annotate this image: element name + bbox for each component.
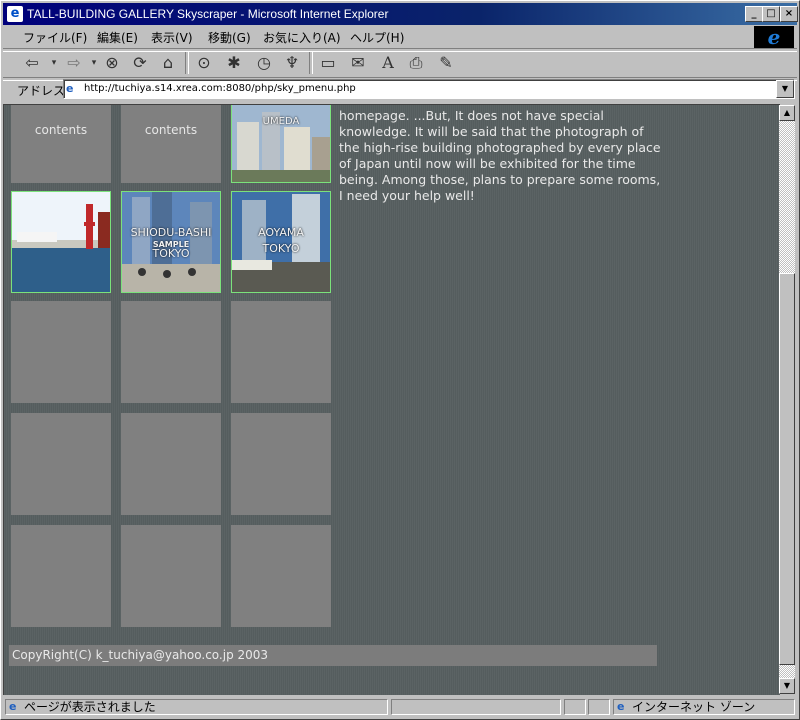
tile-photo-label: AOYAMA — [258, 226, 304, 239]
gallery-tile-empty[interactable] — [121, 525, 221, 627]
back-dropdown-icon[interactable]: ▾ — [43, 53, 65, 73]
zone-label: インターネット ゾーン — [632, 700, 756, 714]
zone-panel: e インターネット ゾーン — [613, 699, 795, 715]
page-viewport: contents contents UMEDA SHIODU-BASHI SAM… — [3, 104, 780, 695]
status-panel — [391, 699, 561, 715]
favorites-icon[interactable]: ✱ — [223, 53, 245, 73]
menu-view[interactable]: 表示(V) — [151, 29, 193, 46]
channels-icon[interactable]: ♆ — [281, 53, 303, 73]
forward-icon[interactable]: ⇨ — [63, 53, 85, 73]
gallery-tile-empty[interactable] — [11, 413, 111, 515]
intro-text: homepage. ...But, It does not have speci… — [339, 108, 661, 203]
kobe-port-photo — [12, 192, 110, 292]
status-panel — [588, 699, 610, 715]
gallery-tile-empty[interactable] — [231, 413, 331, 515]
close-button[interactable]: × — [780, 6, 798, 22]
scroll-up-icon[interactable]: ▲ — [779, 105, 795, 121]
address-input[interactable]: e http://tuchiya.s14.xrea.com:8080/php/s… — [63, 79, 795, 99]
refresh-icon[interactable]: ⟳ — [129, 53, 151, 73]
scroll-thumb[interactable] — [779, 273, 795, 665]
title-bar[interactable]: e TALL-BUILDING GALLERY Skyscraper - Mic… — [3, 3, 798, 25]
menu-bar: ファイル(F) 編集(E) 表示(V) 移動(G) お気に入り(A) ヘルプ(H… — [3, 27, 797, 47]
address-label: アドレス — [17, 84, 66, 98]
menu-help[interactable]: ヘルプ(H) — [350, 29, 404, 46]
ie-logo-icon: e — [754, 26, 794, 48]
gallery-photo-umeda[interactable]: UMEDA — [231, 105, 331, 183]
toolbar: ⇦ ▾ ⇨ ▾ ⊗ ⟳ ⌂ ⊙ ✱ ◷ ♆ ▭ ✉ A ⎙ ✎ — [3, 50, 797, 76]
back-icon[interactable]: ⇦ — [21, 53, 43, 73]
gallery-photo-shiodome[interactable]: SHIODU-BASHI SAMPLE TOKYO — [121, 191, 221, 293]
print-icon[interactable]: ⎙ — [405, 53, 427, 73]
menu-go[interactable]: 移動(G) — [208, 29, 251, 46]
home-icon[interactable]: ⌂ — [157, 53, 179, 73]
tile-caption: contents — [34, 123, 88, 137]
gallery-tile-empty[interactable] — [231, 525, 331, 627]
stop-icon[interactable]: ⊗ — [101, 53, 123, 73]
address-url[interactable]: http://tuchiya.s14.xrea.com:8080/php/sky… — [84, 83, 356, 94]
page-icon: e — [66, 82, 74, 95]
vertical-scrollbar[interactable]: ▲ ▼ — [779, 105, 795, 694]
mail-icon[interactable]: ✉ — [347, 53, 369, 73]
gallery-tile-empty[interactable] — [121, 301, 221, 403]
page-done-icon: e — [9, 700, 17, 713]
menu-edit[interactable]: 編集(E) — [97, 29, 138, 46]
internet-zone-icon: e — [617, 700, 625, 713]
tile-photo-label: UMEDA — [262, 116, 300, 127]
toolbar-separator — [309, 52, 313, 74]
tile-caption: contents — [144, 123, 198, 137]
gallery-tile-empty[interactable] — [121, 413, 221, 515]
status-panel — [564, 699, 586, 715]
fullscreen-icon[interactable]: ▭ — [317, 53, 339, 73]
scroll-down-icon[interactable]: ▼ — [779, 678, 795, 694]
gallery-tile[interactable]: contents — [121, 105, 221, 183]
copyright-footer: CopyRight(C) k_tuchiya@yahoo.co.jp 2003 — [9, 645, 657, 666]
status-bar: e ページが表示されました e インターネット ゾーン — [3, 698, 797, 717]
gallery-tile-empty[interactable] — [11, 301, 111, 403]
address-dropdown-icon[interactable]: ▼ — [776, 80, 794, 98]
window-title: TALL-BUILDING GALLERY Skyscraper - Micro… — [27, 7, 389, 21]
gallery-tile-empty[interactable] — [231, 301, 331, 403]
status-message-panel: e ページが表示されました — [5, 699, 388, 715]
tile-photo-sublabel: TOKYO — [262, 242, 300, 255]
maximize-button[interactable]: □ — [762, 6, 780, 22]
menu-favorites[interactable]: お気に入り(A) — [263, 29, 341, 46]
gallery-tile[interactable]: contents — [11, 105, 111, 183]
menu-file[interactable]: ファイル(F) — [23, 29, 87, 46]
status-message: ページが表示されました — [24, 700, 156, 714]
minimize-button[interactable]: _ — [745, 6, 763, 22]
ie-page-icon: e — [7, 6, 23, 22]
browser-window: e TALL-BUILDING GALLERY Skyscraper - Mic… — [0, 0, 800, 720]
gallery-photo-kobe[interactable] — [11, 191, 111, 293]
search-icon[interactable]: ⊙ — [193, 53, 215, 73]
edit-icon[interactable]: ✎ — [435, 53, 457, 73]
gallery-tile-empty[interactable] — [11, 525, 111, 627]
history-icon[interactable]: ◷ — [253, 53, 275, 73]
gallery-photo-aoyama[interactable]: AOYAMA TOKYO — [231, 191, 331, 293]
tile-photo-sublabel: TOKYO — [152, 247, 190, 260]
font-icon[interactable]: A — [377, 53, 399, 73]
toolbar-separator — [185, 52, 189, 74]
address-bar: アドレス e http://tuchiya.s14.xrea.com:8080/… — [3, 79, 797, 99]
